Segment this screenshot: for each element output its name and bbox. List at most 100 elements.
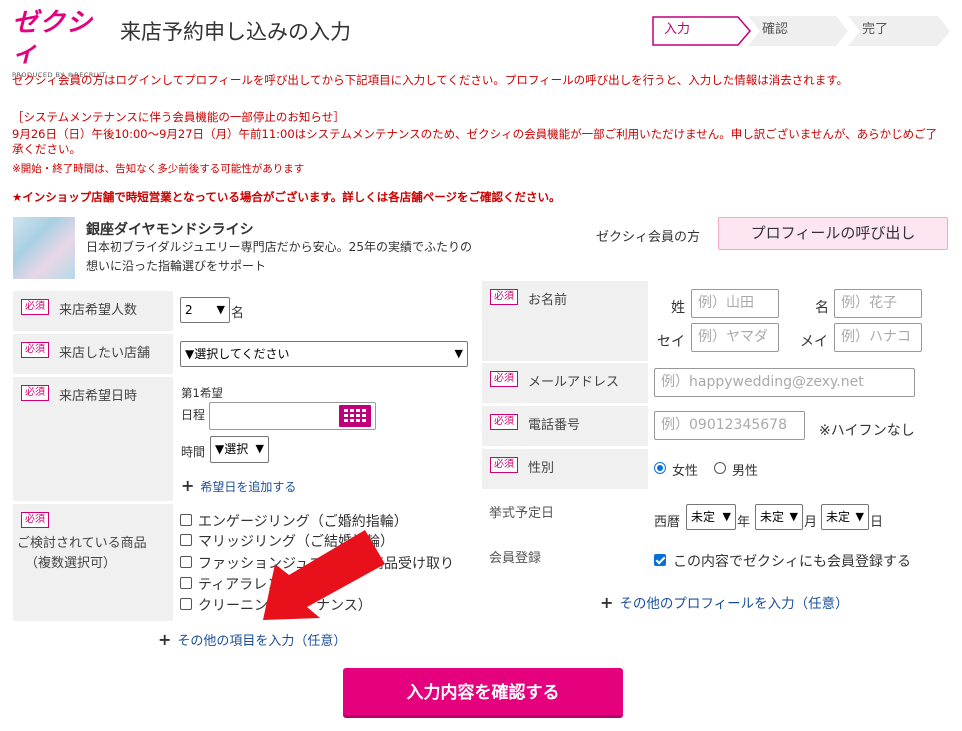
wedding-month-select[interactable]: 未定 ▼	[755, 504, 803, 530]
other-profile-link[interactable]: + その他のプロフィールを入力（任意）	[600, 592, 849, 612]
product-checkbox[interactable]	[180, 514, 192, 526]
wedding-year-value: 未定	[691, 510, 716, 524]
profile-load-button[interactable]: プロフィールの呼び出し	[718, 217, 948, 250]
maintenance-note: ※開始・終了時間は、告知なく多少前後する可能性があります	[12, 163, 305, 175]
sei-kana-input[interactable]: 例）ヤマダ	[691, 323, 779, 352]
shop-description: 日本初ブライダルジュエリー専門店だから安心。25年の実績でふたりの想いに沿った指…	[86, 240, 472, 273]
date-label: 来店希望日時	[59, 389, 138, 404]
add-date-text: 希望日を追加する	[200, 480, 297, 494]
other-items-text: その他の項目を入力（任意）	[177, 634, 347, 649]
product-label: エンゲージリング（ご婚約指輪）	[198, 514, 408, 530]
product-label: ティアラレンタ	[198, 577, 296, 593]
chevron-down-icon: ▼	[855, 510, 864, 523]
time-select[interactable]: ▼選択 ▼	[210, 436, 269, 463]
wedding-date-label: 挙式予定日	[489, 506, 555, 521]
store-label: 来店したい店舗	[59, 346, 151, 361]
instore-notice: ★インショップ店舗で時短営業となっている場合がございます。詳しくは各店舗ページを…	[12, 190, 561, 204]
products-label-cell: 必須 ご検討されている商品 （複数選択可）	[13, 504, 173, 621]
calendar-icon[interactable]	[339, 405, 371, 427]
phone-note: ※ハイフンなし	[819, 423, 915, 439]
mei-input[interactable]: 例）花子	[834, 289, 922, 318]
membership-checkbox-label: この内容でゼクシィにも会員登録する	[673, 554, 911, 570]
shop-image	[13, 217, 75, 279]
gender-male-label: 男性	[732, 464, 759, 479]
gender-radio-female[interactable]	[654, 462, 666, 474]
plus-icon: +	[600, 593, 614, 612]
chevron-down-icon: ▼	[454, 347, 463, 360]
product-label: マリッジリング（ご結婚指輪）	[198, 534, 394, 550]
store-select-value: ▼選択してください	[185, 347, 290, 361]
name-label: お名前	[528, 293, 568, 308]
chevron-down-icon: ▼	[789, 510, 798, 523]
required-badge: 必須	[490, 414, 518, 430]
chevron-down-icon: ▼	[722, 510, 731, 523]
people-select-value: 2	[185, 303, 193, 317]
chevron-down-icon: ▼	[216, 303, 225, 316]
phone-label: 電話番号	[528, 418, 581, 433]
required-badge: 必須	[21, 385, 49, 401]
email-input[interactable]: 例）happywedding@zexy.net	[654, 368, 915, 397]
plus-icon: +	[158, 630, 172, 649]
maintenance-body: 9月26日（日）午後10:00～9月27日（月）午前11:00はシステムメンテナ…	[12, 127, 938, 156]
product-label: ファッションジュエリ	[198, 556, 338, 572]
step-input: 入力	[652, 16, 751, 46]
wedding-year-select[interactable]: 未定 ▼	[686, 504, 736, 530]
product-label-tail: 商品受け取り	[370, 556, 454, 572]
sei-input[interactable]: 例）山田	[691, 289, 779, 318]
sei-kana-label: セイ	[657, 334, 685, 350]
required-badge: 必須	[490, 289, 518, 305]
product-label-tail: ナンス）	[316, 598, 372, 614]
product-checkbox[interactable]	[180, 556, 192, 568]
phone-input[interactable]: 例）09012345678	[654, 411, 805, 440]
people-unit: 名	[231, 306, 245, 321]
wedding-month-value: 未定	[760, 510, 785, 524]
month-unit: 月	[804, 515, 818, 530]
other-items-link[interactable]: + その他の項目を入力（任意）	[158, 630, 346, 649]
gender-label: 性別	[528, 461, 555, 476]
chevron-down-icon: ▼	[255, 442, 264, 455]
name-label-cell: 必須 お名前	[482, 281, 648, 361]
membership-checkbox[interactable]	[654, 554, 666, 566]
add-date-link[interactable]: + 希望日を追加する	[181, 476, 296, 495]
era-label: 西暦	[654, 515, 681, 530]
step-indicator: 入力 確認 完了	[652, 16, 950, 46]
gender-radio-male[interactable]	[714, 462, 726, 474]
mei-kana-input[interactable]: 例）ハナコ	[834, 323, 922, 352]
step-complete: 完了	[848, 16, 950, 46]
email-label: メールアドレス	[528, 375, 620, 390]
required-badge: 必須	[21, 342, 49, 358]
products-label: ご検討されている商品 （複数選択可）	[17, 534, 173, 574]
login-notice: ゼクシィ会員の方はログインしてプロフィールを呼び出してから下記項目に入力してくだ…	[12, 73, 849, 87]
step-confirm-label: 確認	[762, 22, 789, 37]
day-unit: 日	[870, 515, 884, 530]
step-complete-label: 完了	[862, 22, 889, 37]
wedding-day-select[interactable]: 未定 ▼	[821, 504, 869, 530]
step-confirm: 確認	[748, 16, 848, 46]
logo-text: ゼクシィ	[12, 8, 94, 68]
maintenance-title: ［システムメンテナンスに伴う会員機能の一部停止のお知らせ］	[12, 110, 345, 124]
people-select[interactable]: 2 ▼	[180, 297, 230, 323]
sei-label: 姓	[671, 300, 685, 316]
product-checkbox[interactable]	[180, 534, 192, 546]
gender-label-cell: 必須 性別	[482, 449, 648, 489]
people-label: 来店希望人数	[59, 303, 138, 318]
confirm-button[interactable]: 入力内容を確認する	[343, 668, 623, 718]
membership-label: 会員登録	[489, 551, 542, 566]
zexy-logo[interactable]: ゼクシィ PRODUCED BY ®RECRUIT	[12, 8, 106, 79]
time-select-value: ▼選択	[215, 442, 249, 456]
date-field-label: 日程	[181, 408, 206, 422]
date-label-cell: 必須 来店希望日時	[13, 377, 173, 501]
email-label-cell: 必須 メールアドレス	[482, 363, 648, 403]
store-select[interactable]: ▼選択してください ▼	[180, 341, 468, 367]
other-profile-text: その他のプロフィールを入力（任意）	[619, 596, 849, 612]
member-label: ゼクシィ会員の方	[596, 230, 701, 245]
product-checkbox[interactable]	[180, 598, 192, 610]
phone-label-cell: 必須 電話番号	[482, 406, 648, 446]
gender-female-label: 女性	[672, 464, 699, 479]
product-checkbox[interactable]	[180, 577, 192, 589]
product-label: クリーニング	[198, 598, 282, 614]
store-label-cell: 必須 来店したい店舗	[13, 334, 173, 374]
plus-icon: +	[181, 476, 195, 495]
time-field-label: 時間	[181, 445, 206, 459]
mei-kana-label: メイ	[800, 334, 828, 350]
